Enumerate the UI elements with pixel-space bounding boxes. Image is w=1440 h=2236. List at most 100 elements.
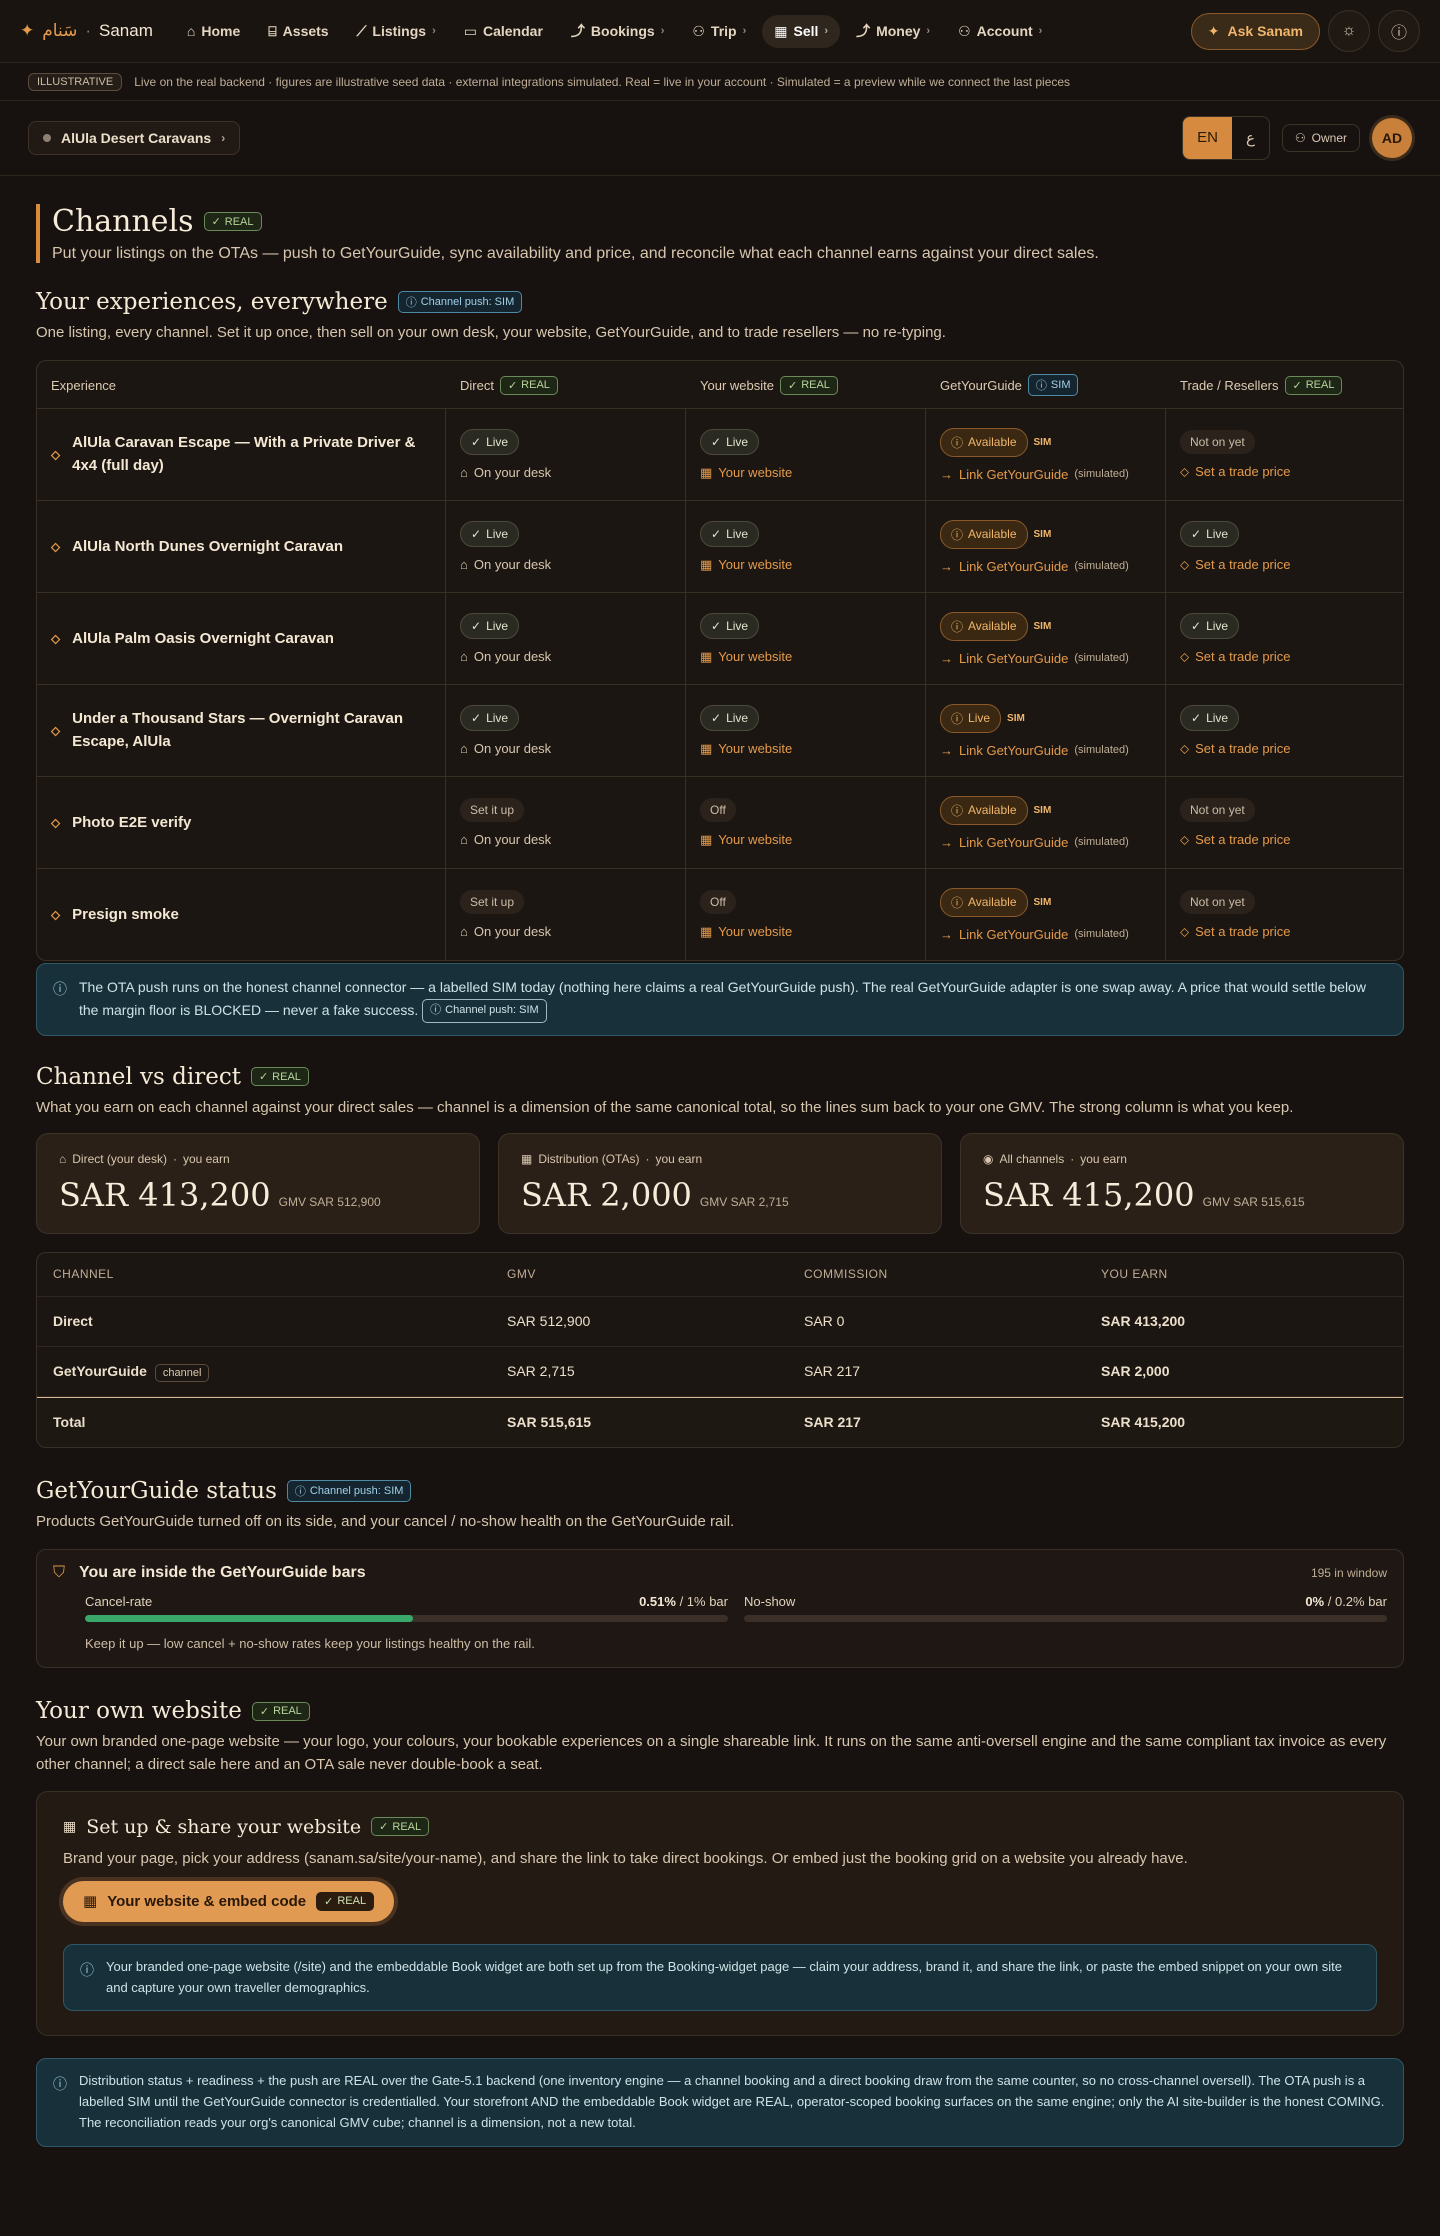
real-tag: ✓ REAL [1284,375,1343,395]
ask-sanam-button[interactable]: ✦ Ask Sanam [1190,12,1320,50]
experience-name[interactable]: ⬦ Under a Thousand Stars — Overnight Cara… [37,685,445,776]
on-desk-link[interactable]: ⌂ On your desk [460,557,671,572]
on-desk-link[interactable]: ⌂ On your desk [460,924,671,939]
trade-price-link[interactable]: ⬦ Set a trade price [1180,832,1391,848]
info-icon: ⓘ [430,1004,442,1017]
status-pill[interactable]: ✓ Live [460,613,520,640]
grid-icon: ▦ [700,556,713,572]
trade-price-link[interactable]: ⬦ Set a trade price [1180,649,1391,665]
link-gyg-link[interactable]: → Link GetYourGuide (simulated) [940,467,1151,482]
lang-en[interactable]: EN [1183,117,1232,159]
on-desk-link[interactable]: ⌂ On your desk [460,741,671,756]
status-pill[interactable]: Off [700,797,736,822]
table-row: ⬦ AlUla North Dunes Overnight Caravan ✓ Liv… [37,501,1403,594]
lang-ar[interactable]: ع [1232,117,1269,159]
on-desk-link[interactable]: ⌂ On your desk [460,832,671,847]
status-pill[interactable]: Off [700,889,736,914]
info-icon: ⓘ [951,619,964,634]
on-desk-link[interactable]: ⌂ On your desk [460,649,671,664]
status-pill[interactable]: ✓ Live [700,428,760,455]
status-pill[interactable]: ⓘ Available [940,795,1028,825]
status-pill[interactable]: ⓘ Available [940,427,1028,457]
status-pill[interactable]: ⓘ Available [940,887,1028,917]
your-website-link[interactable]: ▦ Your website [700,924,911,940]
link-gyg-link[interactable]: → Link GetYourGuide (simulated) [940,559,1151,574]
your-website-link[interactable]: ▦ Your website [700,741,911,757]
status-pill[interactable]: ✓ Live [460,705,520,732]
card-label: All channels [999,1151,1065,1166]
theme-toggle-button[interactable]: ☼ [1328,10,1370,52]
status-pill[interactable]: ✓ Live [1180,704,1240,731]
status-label: Not on yet [1190,802,1245,817]
table-cell: SAR 217 [788,1363,1085,1379]
status-pill[interactable]: ✓ Live [460,429,520,456]
banner-text: Live on the real backend · figures are i… [134,74,1071,89]
info-icon: ⓘ [80,1961,94,1978]
nav-item-calendar[interactable]: ▭ Calendar [452,15,555,48]
tag-label: SIM [1050,379,1071,392]
status-pill[interactable]: Not on yet [1180,797,1255,822]
nav-item-home[interactable]: ⌂ Home [175,15,252,47]
on-desk-link[interactable]: ⌂ On your desk [460,465,671,480]
link-gyg-link[interactable]: → Link GetYourGuide (simulated) [940,651,1151,666]
chevron-right-icon: › [660,25,665,37]
nav-item-bookings[interactable]: ⤴ Bookings › [559,13,676,49]
info-icon: ⓘ [1390,25,1407,42]
website-embed-button[interactable]: ▦ Your website & embed code ✓ REAL [63,1880,395,1922]
status-pill[interactable]: ⓘ Available [940,611,1028,641]
status-pill[interactable]: Not on yet [1180,429,1255,454]
your-website-link[interactable]: ▦ Your website [700,649,911,665]
nav-item-money[interactable]: ⤴ Money › [844,13,942,49]
experience-name[interactable]: ⬦ AlUla Palm Oasis Overnight Caravan [37,593,445,684]
status-pill[interactable]: Set it up [460,890,525,915]
trade-price-link[interactable]: ⬦ Set a trade price [1180,741,1391,757]
link-gyg-link[interactable]: → Link GetYourGuide (simulated) [940,927,1151,942]
status-pill[interactable]: ✓ Live [460,521,520,548]
link-gyg-link[interactable]: → Link GetYourGuide (simulated) [940,743,1151,758]
experience-name[interactable]: ⬦ Photo E2E verify [37,777,445,868]
your-website-link[interactable]: ▦ Your website [700,832,911,848]
brand-name: Sanam [99,21,153,40]
simulated-note: (simulated) [1074,836,1129,849]
status-pill[interactable]: ⓘ Live [940,703,1002,733]
workspace-switcher[interactable]: AlUla Desert Caravans › [28,121,241,155]
trade-price-link[interactable]: ⬦ Set a trade price [1180,464,1391,480]
your-website-link[interactable]: ▦ Your website [700,465,911,481]
nav-item-trip[interactable]: ⚇ Trip › [680,15,758,48]
status-pill[interactable]: Not on yet [1180,889,1255,914]
trade-price-link[interactable]: ⬦ Set a trade price [1180,924,1391,940]
status-pill[interactable]: ✓ Live [700,520,760,547]
tag-label: Channel push: SIM [445,1004,539,1017]
status-pill[interactable]: ✓ Live [1180,520,1240,547]
check-icon: ✓ [471,527,482,542]
separator: · [1070,1151,1075,1166]
nav-item-sell[interactable]: ▦ Sell › [762,14,841,48]
link-label: Your website [718,832,793,848]
tag-label: Channel push: SIM [309,1484,404,1497]
experience-name[interactable]: ⬦ AlUla North Dunes Overnight Caravan [37,501,445,592]
status-pill[interactable]: ✓ Live [1180,612,1240,639]
experience-name[interactable]: ⬦ AlUla Caravan Escape — With a Private D… [37,409,445,500]
sim-tag: ⓘ Channel push: SIM [397,291,523,313]
status-pill[interactable]: ⓘ Available [940,519,1028,549]
status-pill[interactable]: ✓ Live [700,704,760,731]
brand[interactable]: ✦ سَنام · Sanam [20,21,153,41]
avatar[interactable]: AD [1372,118,1412,158]
cell-value: SAR 413,200 [1101,1313,1186,1330]
nav-item-account[interactable]: ⚇ Account › [946,15,1054,48]
spark-icon: ✦ [20,21,35,40]
info-button[interactable]: ⓘ [1378,10,1420,52]
card-value-row: SAR 413,200 GMV SAR 512,900 [59,1176,457,1214]
nav-item-assets[interactable]: ⌸ Assets [256,15,340,48]
link-label: Link GetYourGuide [959,926,1069,942]
status-pill[interactable]: Set it up [460,798,525,823]
tag-icon: ⬦ [1180,556,1190,572]
link-gyg-link[interactable]: → Link GetYourGuide (simulated) [940,835,1151,850]
status-pill[interactable]: ✓ Live [700,612,760,639]
workspace-name: AlUla Desert Caravans [61,130,212,146]
role-badge[interactable]: ⚇ Owner [1281,124,1360,152]
nav-item-listings[interactable]: ⟋ Listings › [345,15,448,48]
experience-name[interactable]: ⬦ Presign smoke [37,869,445,960]
your-website-link[interactable]: ▦ Your website [700,557,911,573]
trade-price-link[interactable]: ⬦ Set a trade price [1180,557,1391,573]
